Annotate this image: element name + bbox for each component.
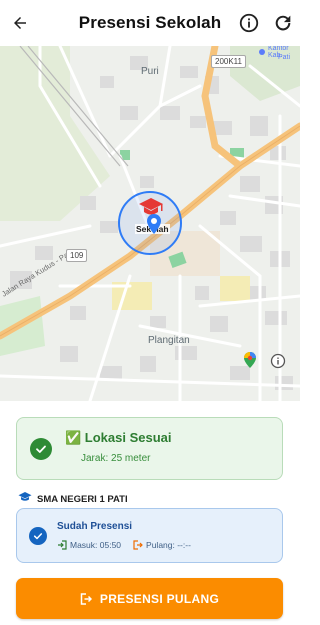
road-badge-200k11: 200K11: [211, 55, 246, 68]
masuk-time: Masuk: 05:50: [70, 540, 122, 550]
map-info-icon[interactable]: [270, 353, 286, 374]
map-label-puri: Puri: [141, 66, 159, 77]
distance-text: Jarak: 25 meter: [81, 453, 151, 464]
app-bar: Presensi Sekolah: [0, 0, 300, 46]
location-pin-icon: [147, 214, 161, 239]
map-view[interactable]: Puri Plangitan Kantor Kab. Pati Jalan Ra…: [0, 46, 300, 401]
presensi-times: Masuk: 05:50 Pulang: --:--: [57, 540, 191, 550]
login-icon: [58, 540, 67, 550]
logout-icon: [80, 592, 92, 605]
google-maps-icon[interactable]: [241, 351, 259, 374]
info-icon[interactable]: [238, 12, 260, 34]
presensi-pulang-label: PRESENSI PULANG: [99, 591, 220, 606]
logout-icon: [133, 540, 143, 550]
presensi-pulang-button[interactable]: PRESENSI PULANG: [16, 578, 283, 619]
check-circle-icon: [29, 527, 47, 545]
school-name: SMA NEGERI 1 PATI: [37, 493, 128, 505]
refresh-icon[interactable]: [272, 12, 294, 34]
map-label-plangitan: Plangitan: [148, 335, 190, 346]
map-label-pati-side: Pati: [278, 54, 291, 61]
presensi-status-card: Sudah Presensi Masuk: 05:50 Pulang: --:-…: [16, 508, 283, 563]
pulang-time: Pulang: --:--: [146, 540, 191, 550]
check-circle-icon: [30, 438, 52, 460]
school-row: SMA NEGERI 1 PATI: [18, 492, 128, 506]
location-status-title: ✅ Lokasi Sesuai: [65, 430, 172, 445]
graduation-cap-icon: [18, 490, 32, 508]
location-status-card: ✅ Lokasi Sesuai Jarak: 25 meter: [16, 417, 283, 480]
presensi-title: Sudah Presensi: [57, 521, 133, 532]
road-badge-109: 109: [66, 249, 88, 262]
